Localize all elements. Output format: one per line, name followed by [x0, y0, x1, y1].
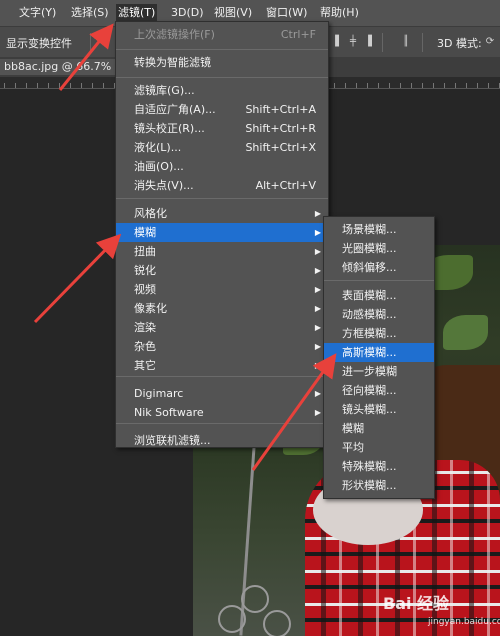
arrow-to-gaussian-blur — [251, 353, 337, 471]
arrow-to-blur-item — [33, 233, 122, 324]
annotation-arrows — [33, 23, 337, 471]
arrow-to-filter-menu — [58, 23, 114, 91]
